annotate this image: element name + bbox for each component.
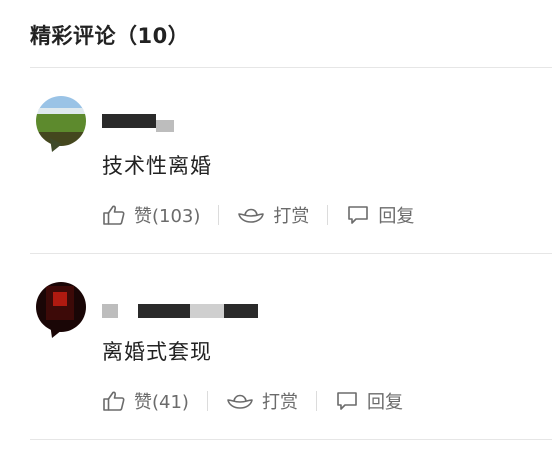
divider <box>30 67 552 68</box>
like-count-label: 赞(41) <box>134 392 189 413</box>
reply-button[interactable]: 回复 <box>346 202 414 228</box>
comment-item: 离婚式套现 赞(41) 打赏 回复 <box>0 280 552 440</box>
comment-text: 技术性离婚 <box>102 154 212 178</box>
comment-item: 技术性离婚 赞(103) 打赏 回复 <box>0 94 552 254</box>
like-count-label: 赞(103) <box>134 206 201 227</box>
reward-label: 打赏 <box>261 392 298 413</box>
speech-bubble-icon <box>335 389 359 413</box>
divider <box>30 439 552 440</box>
username-redacted[interactable] <box>102 292 272 318</box>
comment-text: 离婚式套现 <box>102 340 212 364</box>
reply-label: 回复 <box>378 206 415 227</box>
ingot-icon <box>226 389 254 413</box>
avatar[interactable] <box>34 94 90 156</box>
divider <box>218 205 220 225</box>
comment-actions: 赞(41) 打赏 回复 <box>102 387 403 415</box>
thumbs-up-icon <box>102 203 126 227</box>
section-title: 精彩评论（10） <box>30 24 190 48</box>
divider <box>315 391 317 411</box>
reward-button[interactable]: 打赏 <box>226 388 298 414</box>
reward-button[interactable]: 打赏 <box>237 202 309 228</box>
reply-button[interactable]: 回复 <box>335 388 403 414</box>
speech-bubble-icon <box>346 203 370 227</box>
username-redacted[interactable] <box>102 106 272 132</box>
avatar[interactable] <box>34 280 90 342</box>
reward-label: 打赏 <box>273 206 310 227</box>
like-button[interactable]: 赞(41) <box>102 388 189 414</box>
like-button[interactable]: 赞(103) <box>102 202 200 228</box>
thumbs-up-icon <box>102 389 126 413</box>
divider <box>206 391 208 411</box>
ingot-icon <box>237 203 265 227</box>
comment-actions: 赞(103) 打赏 回复 <box>102 201 414 229</box>
reply-label: 回复 <box>366 392 403 413</box>
divider <box>30 253 552 254</box>
divider <box>327 205 329 225</box>
